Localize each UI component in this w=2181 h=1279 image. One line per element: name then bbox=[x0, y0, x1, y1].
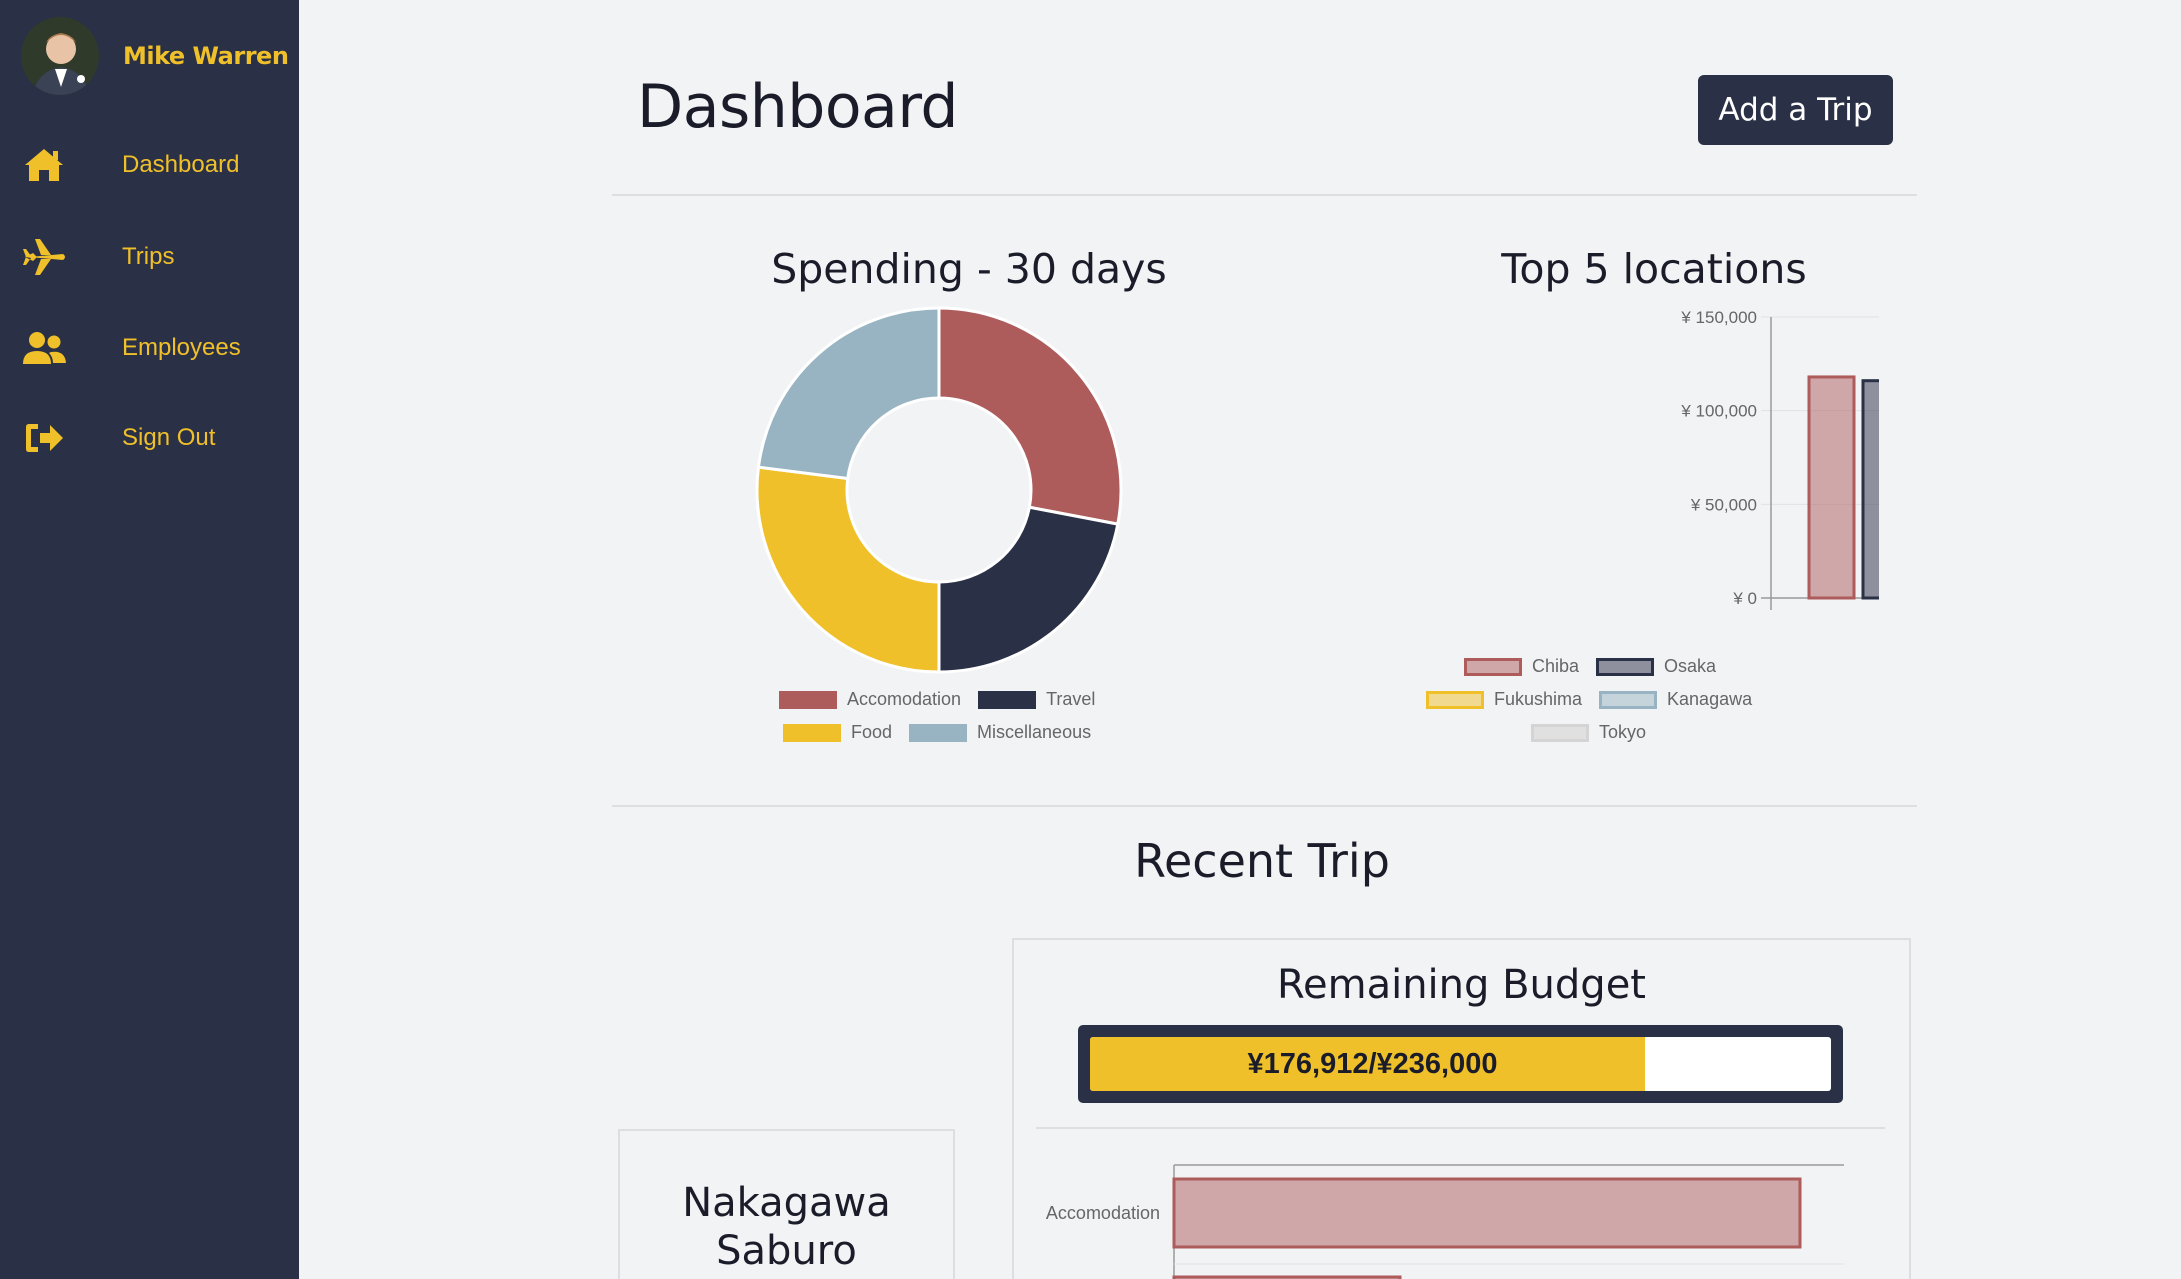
legend-item-tokyo[interactable]: Tokyo bbox=[1531, 722, 1646, 743]
legend-swatch bbox=[909, 723, 968, 742]
budget-breakdown-chart: Accomodation bbox=[1046, 1164, 1844, 1279]
spending-legend-row: Food Miscellaneous bbox=[783, 722, 1091, 743]
divider bbox=[612, 194, 1917, 196]
plane-icon bbox=[21, 237, 67, 277]
remaining-budget-value: ¥176,912/¥236,000 bbox=[1247, 1047, 1498, 1080]
top-locations-chart-title: Top 5 locations bbox=[1501, 245, 1807, 293]
donut-slice-accomodation[interactable] bbox=[937, 306, 1123, 526]
legend-label: Accomodation bbox=[847, 689, 962, 709]
legend-swatch bbox=[779, 690, 837, 709]
sidebar-item-sign-out[interactable]: Sign Out bbox=[0, 408, 299, 468]
legend-item-accomodation[interactable]: Accomodation bbox=[779, 689, 961, 710]
legend-label: Food bbox=[851, 722, 893, 742]
donut-slice-travel[interactable] bbox=[937, 505, 1120, 674]
progress-track: ¥176,912/¥236,000 bbox=[1090, 1037, 1831, 1091]
y-tick-label: ¥ 50,000 bbox=[1690, 495, 1757, 514]
bar-accomodation[interactable] bbox=[1172, 1177, 1802, 1249]
y-tick-label: ¥ 150,000 bbox=[1680, 308, 1757, 327]
recent-trip-title: Recent Trip bbox=[1134, 834, 1390, 888]
sign-out-icon bbox=[21, 418, 67, 458]
divider bbox=[1036, 1127, 1885, 1129]
y-tick-label: Accomodation bbox=[1046, 1203, 1160, 1223]
sidebar: Mike Warren Dashboard Trips Employees Si… bbox=[0, 0, 299, 1279]
legend-label: Kanagawa bbox=[1667, 689, 1753, 709]
add-trip-button[interactable]: Add a Trip bbox=[1698, 75, 1893, 145]
legend-item-fukushima[interactable]: Fukushima bbox=[1426, 689, 1582, 710]
employee-name-line: Saburo bbox=[716, 1228, 857, 1274]
legend-swatch bbox=[1464, 657, 1522, 676]
legend-item-osaka[interactable]: Osaka bbox=[1596, 656, 1716, 677]
legend-item-kanagawa[interactable]: Kanagawa bbox=[1599, 689, 1752, 710]
legend-item-miscellaneous[interactable]: Miscellaneous bbox=[909, 722, 1091, 743]
remaining-budget-progress-bar: ¥176,912/¥236,000 bbox=[1078, 1025, 1843, 1103]
top-locations-bar-chart: ¥ 150,000¥ 100,000¥ 50,000¥ 0Total Spend… bbox=[1680, 308, 1879, 610]
legend-swatch bbox=[978, 690, 1037, 709]
legend-label: Tokyo bbox=[1599, 722, 1647, 742]
sidebar-item-trips[interactable]: Trips bbox=[0, 227, 299, 287]
employee-name: Nakagawa Saburo bbox=[620, 1179, 953, 1275]
bar-chiba[interactable] bbox=[1807, 375, 1856, 600]
legend-label: Fukushima bbox=[1494, 689, 1583, 709]
sidebar-item-dashboard[interactable]: Dashboard bbox=[0, 135, 299, 195]
page-title: Dashboard bbox=[637, 72, 959, 142]
users-icon bbox=[21, 328, 67, 368]
legend-label: Chiba bbox=[1532, 656, 1580, 676]
sidebar-item-label: Trips bbox=[122, 243, 175, 270]
legend-label: Travel bbox=[1046, 689, 1096, 709]
legend-swatch bbox=[1426, 690, 1484, 709]
legend-swatch bbox=[1596, 657, 1655, 676]
legend-item-food[interactable]: Food bbox=[783, 722, 892, 743]
sidebar-item-employees[interactable]: Employees bbox=[0, 318, 299, 378]
sidebar-item-label: Dashboard bbox=[122, 151, 240, 178]
divider bbox=[612, 805, 1917, 807]
legend-label: Osaka bbox=[1664, 656, 1717, 676]
legend-swatch bbox=[783, 723, 841, 742]
sidebar-item-label: Employees bbox=[122, 334, 241, 361]
legend-label: Miscellaneous bbox=[977, 722, 1092, 742]
remaining-budget-title: Remaining Budget bbox=[1277, 962, 1646, 1008]
bar-osaka[interactable] bbox=[1861, 379, 1879, 600]
locations-legend-row: Tokyo bbox=[1531, 722, 1646, 743]
y-tick-label: ¥ 100,000 bbox=[1680, 402, 1757, 421]
user-name: Mike Warren bbox=[123, 42, 289, 70]
legend-swatch bbox=[1531, 723, 1589, 742]
locations-legend-row: Fukushima Kanagawa bbox=[1426, 689, 1752, 710]
spending-chart-title: Spending - 30 days bbox=[771, 245, 1167, 293]
legend-swatch bbox=[1599, 690, 1658, 709]
main-content: Dashboard Add a Trip Spending - 30 days … bbox=[299, 0, 2181, 1279]
spending-legend-row: Accomodation Travel bbox=[779, 689, 1095, 710]
home-icon bbox=[21, 145, 67, 185]
locations-legend-row: Chiba Osaka bbox=[1464, 656, 1716, 677]
spending-donut-chart bbox=[755, 306, 1123, 674]
legend-item-travel[interactable]: Travel bbox=[978, 689, 1095, 710]
sidebar-item-label: Sign Out bbox=[122, 424, 216, 451]
user-profile[interactable]: Mike Warren bbox=[21, 17, 289, 95]
donut-slice-food[interactable] bbox=[755, 465, 941, 674]
avatar bbox=[21, 17, 99, 95]
y-tick-label: ¥ 0 bbox=[1732, 589, 1757, 608]
employee-name-line: Nakagawa bbox=[682, 1180, 891, 1226]
employee-card[interactable]: Nakagawa Saburo bbox=[618, 1129, 955, 1279]
legend-item-chiba[interactable]: Chiba bbox=[1464, 656, 1579, 677]
donut-slice-miscellaneous[interactable] bbox=[756, 306, 941, 481]
